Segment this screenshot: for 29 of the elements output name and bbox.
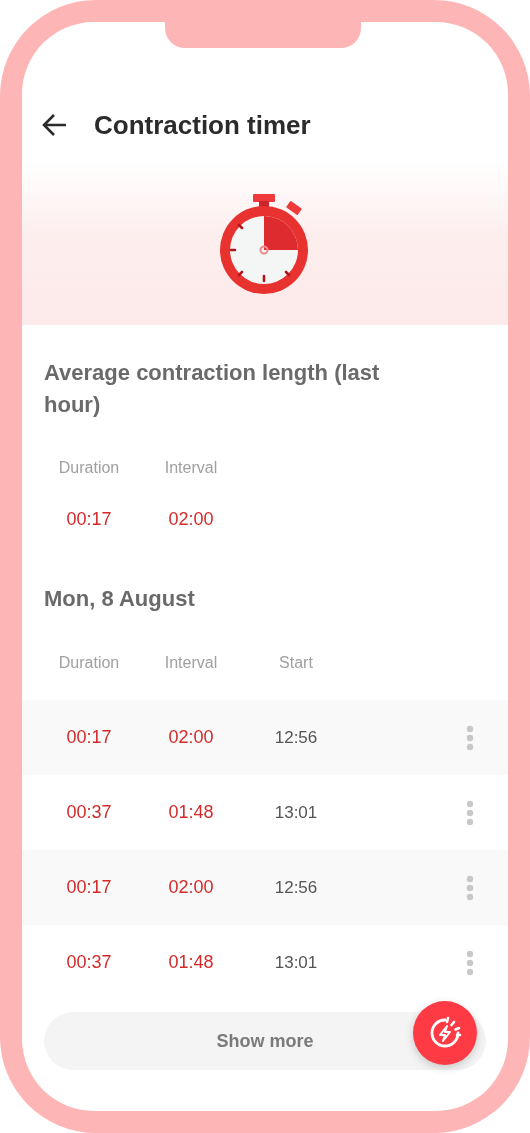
stopwatch-icon bbox=[219, 191, 311, 294]
interval-value: 02:00 bbox=[167, 727, 215, 748]
interval-value: 02:00 bbox=[167, 877, 215, 898]
back-arrow-icon[interactable] bbox=[42, 113, 68, 137]
average-value: 02:00 bbox=[167, 509, 215, 530]
column-header: Duration bbox=[57, 654, 121, 672]
screen-title: Contraction timer bbox=[94, 109, 311, 141]
section-heading: Average contraction length (last hour) bbox=[43, 359, 381, 419]
start-time: 13:01 bbox=[273, 952, 319, 973]
more-icon[interactable] bbox=[466, 724, 474, 751]
start-time: 12:56 bbox=[273, 877, 319, 898]
column-header: Interval bbox=[163, 459, 219, 477]
duration-value: 00:17 bbox=[65, 727, 113, 748]
start-time: 13:01 bbox=[273, 802, 319, 823]
duration-value: 00:17 bbox=[65, 877, 113, 898]
more-icon[interactable] bbox=[466, 799, 474, 826]
average-value: 00:17 bbox=[65, 509, 113, 530]
column-header: Interval bbox=[163, 654, 219, 672]
more-icon[interactable] bbox=[466, 874, 474, 901]
column-header: Duration bbox=[57, 459, 121, 477]
start-time: 12:56 bbox=[273, 727, 319, 748]
interval-value: 01:48 bbox=[167, 802, 215, 823]
quick-timer-button[interactable] bbox=[413, 1001, 477, 1065]
column-header: Start bbox=[278, 654, 314, 672]
duration-value: 00:37 bbox=[65, 952, 113, 973]
more-icon[interactable] bbox=[466, 949, 474, 976]
date-heading: Mon, 8 August bbox=[43, 585, 196, 613]
interval-value: 01:48 bbox=[167, 952, 215, 973]
duration-value: 00:37 bbox=[65, 802, 113, 823]
